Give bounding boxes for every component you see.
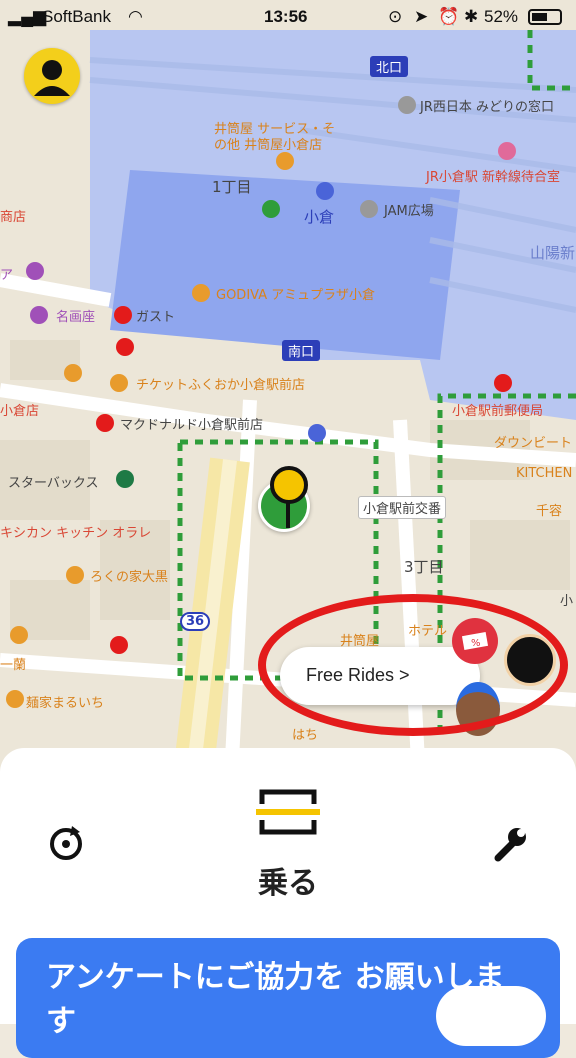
gusto-icon[interactable]: [114, 306, 132, 324]
chome-1-label: 1丁目: [212, 178, 252, 196]
history-button[interactable]: [46, 822, 86, 862]
scan-icon: [256, 789, 320, 835]
jam-plaza-icon[interactable]: [360, 200, 378, 218]
profile-avatar-button[interactable]: [24, 48, 80, 104]
chiyo-label: 千容: [536, 504, 563, 519]
godiva-label: GODIVA アミュプラザ小倉: [216, 288, 375, 303]
pin-stem: [286, 500, 290, 528]
jr-waiting-room-label: JR小倉駅 新幹線待合室: [426, 170, 560, 185]
kitchen-label: KITCHEN: [516, 466, 573, 481]
free-rides-label: Free Rides >: [306, 665, 410, 685]
time-label: 13:56: [264, 7, 308, 26]
downbeat-label: ダウンビート: [494, 436, 573, 451]
alarm-icon: ⏰: [438, 7, 460, 26]
map-view[interactable]: 北口 JR西日本 みどりの窓口 井筒屋 サービス・そ の他 井筒屋小倉店 1丁目…: [0, 0, 576, 800]
status-bar: ▂▄▆ SoftBank ◠ 13:56 ⊙ ➤ ⏰ ✱ 52%: [0, 0, 576, 34]
ticket-shop-icon[interactable]: [110, 374, 128, 392]
settings-button[interactable]: [490, 824, 530, 864]
post-office-icon[interactable]: [494, 374, 512, 392]
rider-character-icon: [504, 634, 556, 686]
gusto-label: ガスト: [136, 310, 176, 325]
godiva-shop-icon[interactable]: [192, 284, 210, 302]
ticket-office-icon[interactable]: [398, 96, 416, 114]
sho-label: 小: [560, 594, 574, 609]
cloud-decoration: [436, 986, 546, 1046]
user-avatar-icon: [34, 60, 70, 96]
target-icon[interactable]: [110, 636, 128, 654]
battery-icon: [528, 9, 562, 25]
sanyo-label: 山陽新: [530, 244, 576, 262]
police-box-label: 小倉駅前交番: [358, 496, 447, 519]
jam-plaza-label: JAM広場: [384, 204, 434, 219]
left-shop-label-1: 商店: [0, 210, 27, 225]
menya-label: 麺家まるいち: [26, 696, 105, 711]
chome-3-label: 3丁目: [404, 558, 444, 576]
north-exit-label: 北口: [370, 56, 409, 77]
left-kokura-shop-label: 小倉店: [0, 404, 40, 419]
battery-percent-label: 52%: [484, 7, 519, 26]
bus-stop-icon[interactable]: [308, 424, 326, 442]
starbucks-label: スターバックス: [8, 476, 99, 491]
izutsuya-service-label-2: の他 井筒屋小倉店: [214, 138, 323, 153]
music-icon[interactable]: [26, 262, 44, 280]
lock-rotation-icon: ⊙: [388, 7, 403, 26]
hana-label: はち: [292, 728, 319, 743]
cinema-icon[interactable]: [30, 306, 48, 324]
scan-button[interactable]: [256, 786, 320, 838]
restaurant-icon[interactable]: [116, 338, 134, 356]
kokura-station-label: 小倉: [304, 208, 335, 226]
mcdonalds-label: マクドナルド小倉駅前店: [120, 418, 264, 433]
post-office-label: 小倉駅前郵便局: [452, 404, 544, 419]
mcdonalds-icon[interactable]: [96, 414, 114, 432]
free-rides-button[interactable]: Free Rides >: [280, 647, 480, 705]
signal-icon: ▂▄▆: [8, 7, 47, 26]
svg-text:%: %: [471, 638, 481, 649]
train-station-icon[interactable]: [316, 182, 334, 200]
wifi-icon: ◠: [128, 7, 143, 26]
bluetooth-icon: ✱: [464, 7, 479, 26]
ticket-fukuoka-label: チケットふくおか小倉駅前店: [136, 378, 306, 393]
rokuno-label: ろくの家大黒: [90, 570, 169, 585]
starbucks-icon[interactable]: [116, 470, 134, 488]
ride-button-label[interactable]: 乗る: [0, 858, 576, 902]
convenience-store-icon[interactable]: [262, 200, 280, 218]
ramen-icon[interactable]: [66, 566, 84, 584]
noodle-icon[interactable]: [6, 690, 24, 708]
kitchen-orale-label: キシカン キッチン オラレ: [0, 526, 152, 541]
south-exit-label: 南口: [282, 340, 321, 361]
hotel-label: ホテル: [408, 624, 448, 639]
rider-character-icon-2: [456, 682, 500, 736]
route-36-sign: 36: [180, 612, 211, 631]
carrier-label: SoftBank: [42, 7, 111, 26]
food-icon[interactable]: [64, 364, 82, 382]
shopping-bag-icon[interactable]: [276, 152, 294, 170]
location-icon: ➤: [414, 7, 429, 26]
cafe-icon[interactable]: [498, 142, 516, 160]
coupon-icon[interactable]: %: [452, 618, 498, 664]
left-shop-label-2: ア: [0, 268, 14, 283]
current-location-pin-icon[interactable]: [270, 466, 308, 504]
wrench-icon: [494, 828, 526, 862]
ramen-icon-2[interactable]: [10, 626, 28, 644]
meigaza-label: 名画座: [56, 310, 96, 325]
survey-banner[interactable]: アンケートにご協力を お願いします: [16, 938, 560, 1058]
jr-west-label: JR西日本 みどりの窓口: [420, 100, 554, 115]
refresh-icon: [50, 826, 82, 860]
ichiran-label: 一蘭: [0, 658, 27, 673]
